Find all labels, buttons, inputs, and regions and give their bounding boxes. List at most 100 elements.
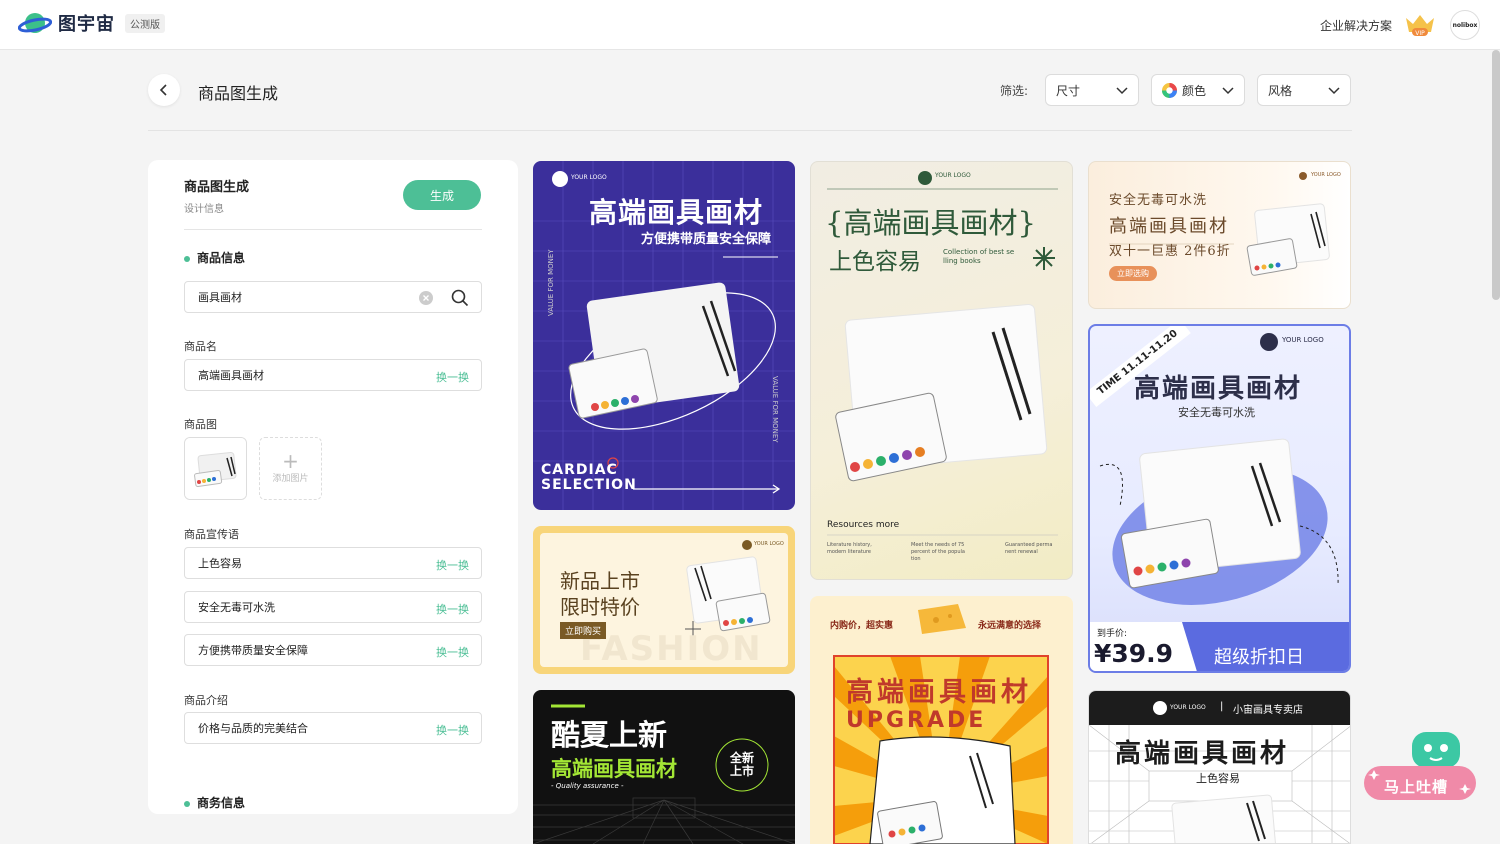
product-name-label: 商品名 xyxy=(184,340,217,353)
slogan-value: 上色容易 xyxy=(198,557,242,570)
card-subtitle: 安全无毒可水洗 xyxy=(1178,406,1255,419)
search-value: 画具画材 xyxy=(198,291,242,304)
card-price-label: 到手价: xyxy=(1097,629,1128,639)
slogan-value: 方便携带质量安全保障 xyxy=(198,644,308,657)
card-title: 高端画具画材 xyxy=(1109,216,1229,237)
style-filter-dropdown[interactable]: 风格 xyxy=(1257,74,1351,106)
product-image-label: 商品图 xyxy=(184,418,217,431)
style-filter-label: 风格 xyxy=(1268,83,1293,98)
app-logo[interactable]: 图宇宙 公测版 xyxy=(17,10,165,36)
product-info-heading: 商品信息 xyxy=(184,249,245,266)
card-footer-text: SELECTION xyxy=(541,477,637,493)
slogan-value: 安全无毒可水洗 xyxy=(198,601,275,614)
app-name: 图宇宙 xyxy=(58,14,115,35)
slogan-field[interactable]: 安全无毒可水洗 换一换 xyxy=(184,591,482,623)
swap-button[interactable]: 换一换 xyxy=(436,722,469,738)
card-title: 新品上市 xyxy=(560,569,640,593)
result-card[interactable]: TIME 11.11-11.20 YOUR LOGO 高端画具画材 安全无毒可水… xyxy=(1088,324,1351,673)
product-image-thumbnail[interactable] xyxy=(184,437,247,500)
swap-button[interactable]: 换一换 xyxy=(436,557,469,573)
slogan-field[interactable]: 方便携带质量安全保障 换一换 xyxy=(184,634,482,666)
card-subtitle: 方便携带质量安全保障 xyxy=(641,232,772,247)
result-card[interactable]: 酷夏上新 高端画具画材 - Quality assurance - 全新上市 xyxy=(533,690,795,844)
result-card[interactable]: FASHION YOUR LOGO 新品上市 限时特价 立即购买 xyxy=(533,526,795,674)
color-filter-dropdown[interactable]: 颜色 xyxy=(1151,74,1245,106)
product-name-field[interactable]: 高端画具画材 换一换 xyxy=(184,359,482,391)
card-bg-word: FASHION xyxy=(580,629,763,667)
add-image-button[interactable]: + 添加图片 xyxy=(259,437,322,500)
intro-value: 价格与品质的完美结合 xyxy=(198,722,308,735)
result-card[interactable]: YOUR LOGO 高端画具画材 方便携带质量安全保障 VALUE FOR MO… xyxy=(533,161,795,510)
card-tag: 内购价，超实惠 xyxy=(830,621,894,631)
search-icon[interactable] xyxy=(451,289,469,307)
slogan-field[interactable]: 上色容易 换一换 xyxy=(184,547,482,579)
panel-divider xyxy=(184,229,482,230)
generate-button[interactable]: 生成 xyxy=(403,180,481,210)
card-title: 高端画具画材 xyxy=(846,677,1032,708)
user-avatar[interactable]: nolibox xyxy=(1450,10,1480,40)
card-logo: YOUR LOGO xyxy=(571,174,607,181)
color-filter-label: 颜色 xyxy=(1182,83,1207,98)
clear-icon[interactable] xyxy=(419,291,433,305)
card-foot-text: Guaranteed perma nent renewal xyxy=(1005,542,1053,555)
swap-button[interactable]: 换一换 xyxy=(436,644,469,660)
card-tag: 永远满意的选择 xyxy=(978,621,1042,631)
card-line: 安全无毒可水洗 xyxy=(1109,193,1208,208)
card-cta-button: 立即选购 xyxy=(1109,266,1157,281)
card-side-text: VALUE FOR MONEY xyxy=(547,249,555,316)
result-card[interactable]: YOUR LOGO | 小宙画具专卖店 高端画具画材 上色容易 xyxy=(1088,690,1351,844)
plus-icon: + xyxy=(282,449,299,473)
card-title: 高端画具画材 xyxy=(1134,374,1303,404)
card-logo: YOUR LOGO xyxy=(1282,336,1324,344)
feedback-button[interactable]: 马上吐槽 xyxy=(1364,730,1476,804)
card-foot-text: Literature history, modern literature xyxy=(827,542,872,555)
card-subtitle: 限时特价 xyxy=(560,595,640,619)
card-english-text: Collection of best se lling books xyxy=(943,248,1015,265)
card-line: 双十一巨惠 2件6折 xyxy=(1109,244,1231,259)
result-card[interactable]: 内购价，超实惠 永远满意的选择 高端画具画材 UPGRADE xyxy=(810,596,1073,844)
result-card[interactable]: YOUR LOGO {高端画具画材} 上色容易 Collection of be… xyxy=(810,161,1073,580)
swap-button[interactable]: 换一换 xyxy=(436,369,469,385)
card-resources-text: Resources more xyxy=(827,520,900,530)
card-logo: YOUR LOGO xyxy=(754,541,784,547)
card-side-text: VALUE FOR MONEY xyxy=(771,376,779,443)
card-shop-separator: | xyxy=(1220,701,1224,712)
result-card[interactable]: YOUR LOGO 安全无毒可水洗 高端画具画材 双十一巨惠 2件6折 立即选购 xyxy=(1088,161,1351,309)
card-logo: YOUR LOGO xyxy=(1311,172,1341,178)
back-button[interactable] xyxy=(148,74,180,106)
size-filter-dropdown[interactable]: 尺寸 xyxy=(1045,74,1139,106)
business-info-heading: 商务信息 xyxy=(184,794,245,811)
page-scrollbar[interactable] xyxy=(1492,50,1500,300)
chevron-down-icon xyxy=(1116,87,1128,95)
card-subtitle: 上色容易 xyxy=(829,249,921,275)
card-logo: YOUR LOGO xyxy=(935,172,971,179)
swap-button[interactable]: 换一换 xyxy=(436,601,469,617)
feedback-label: 马上吐槽 xyxy=(1384,778,1449,796)
chevron-down-icon xyxy=(1328,87,1340,95)
page-title: 商品图生成 xyxy=(198,84,279,103)
card-subtitle: UPGRADE xyxy=(846,708,987,733)
design-info-panel: 商品图生成 设计信息 生成 商品信息 画具画材 商品名 高端画具画材 换一换 商… xyxy=(148,160,518,814)
card-cta-button: 立即购买 xyxy=(560,622,607,639)
vip-label: VIP xyxy=(1415,30,1425,37)
top-bar: 图宇宙 公测版 企业解决方案 VIP nolibox xyxy=(0,0,1500,50)
chevron-left-icon xyxy=(159,84,167,96)
card-price: ¥39.9 xyxy=(1094,639,1174,668)
card-subtitle: 上色容易 xyxy=(1196,772,1240,785)
intro-label: 商品介绍 xyxy=(184,694,228,707)
intro-field[interactable]: 价格与品质的完美结合 换一换 xyxy=(184,712,482,744)
card-title: 高端画具画材 xyxy=(589,196,764,229)
product-search-input[interactable]: 画具画材 xyxy=(184,281,482,313)
card-badge: 全新上市 xyxy=(729,751,754,778)
product-name-value: 高端画具画材 xyxy=(198,369,264,382)
filter-label: 筛选: xyxy=(1000,84,1029,98)
vip-crown-icon[interactable]: VIP xyxy=(1404,12,1436,38)
card-foot-text: Meet the needs of 75 percent of the popu… xyxy=(911,542,965,562)
chevron-down-icon xyxy=(1222,87,1234,95)
toolbar-divider xyxy=(148,130,1352,131)
size-filter-label: 尺寸 xyxy=(1056,83,1081,98)
card-shop-name: 小宙画具专卖店 xyxy=(1233,705,1303,716)
card-logo: YOUR LOGO xyxy=(1170,704,1206,711)
slogan-label: 商品宣传语 xyxy=(184,528,239,541)
enterprise-link[interactable]: 企业解决方案 xyxy=(1320,17,1392,34)
